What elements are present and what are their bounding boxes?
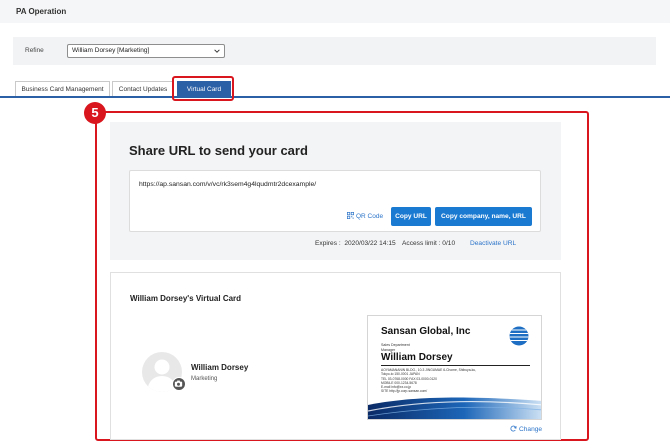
refine-bar: Refine William Dorsey [Marketing] (13, 37, 656, 65)
change-photo-button[interactable] (172, 377, 186, 391)
camera-icon (174, 380, 183, 387)
virtual-card-panel: William Dorsey's Virtual Card William Do… (110, 272, 561, 440)
qr-code-link[interactable]: QR Code (347, 212, 383, 220)
refine-select[interactable]: William Dorsey [Marketing] (67, 44, 225, 58)
copy-url-button[interactable]: Copy URL (391, 207, 431, 226)
card-person: William Dorsey (381, 352, 453, 363)
card-name-underline (381, 365, 530, 366)
share-title: Share URL to send your card (129, 143, 308, 158)
chevron-down-icon (214, 49, 220, 53)
step-number-badge: 5 (84, 102, 106, 124)
company-logo-icon (509, 326, 529, 346)
qr-code-icon (347, 212, 354, 219)
change-label: Change (519, 426, 543, 433)
expires-text: Expires : 2020/03/22 14:15 (315, 240, 396, 247)
card-owner-department: Marketing (191, 376, 218, 382)
card-company: Sansan Global, Inc (381, 326, 471, 337)
refine-select-value: William Dorsey [Marketing] (72, 47, 150, 54)
deactivate-url-link[interactable]: Deactivate URL (470, 240, 516, 247)
card-owner-name: William Dorsey (191, 363, 249, 372)
refine-label: Refine (25, 47, 44, 54)
share-url-panel: Share URL to send your card https://ap.s… (110, 122, 561, 260)
qr-code-label: QR Code (356, 213, 384, 220)
copy-company-name-url-button[interactable]: Copy company, name, URL (435, 207, 532, 226)
card-address-line: Tokyo-to 150-0001 JAPAN (381, 372, 420, 376)
tab-contact-updates[interactable]: Contact Updates (112, 81, 174, 96)
tab-business-card-management[interactable]: Business Card Management (15, 81, 110, 96)
app-header: PA Operation (0, 0, 670, 23)
business-card-image: Sansan Global, Inc Sales Department Mana… (367, 315, 542, 420)
share-url-text[interactable]: https://ap.sansan.com/v/vc/rk3sem4g4lqud… (139, 181, 316, 188)
card-swoosh-graphic (368, 397, 541, 419)
card-dept: Sales Department (381, 343, 410, 347)
change-card-link[interactable]: Change (510, 425, 542, 433)
refresh-icon (510, 425, 517, 432)
tab-underline (0, 96, 670, 98)
page-title: PA Operation (16, 7, 67, 16)
url-box: https://ap.sansan.com/v/vc/rk3sem4g4lqud… (129, 170, 541, 232)
tab-highlight-frame (172, 76, 234, 101)
virtual-card-title: William Dorsey's Virtual Card (130, 294, 242, 303)
access-limit-text: Access limit : 0/10 (402, 240, 456, 247)
